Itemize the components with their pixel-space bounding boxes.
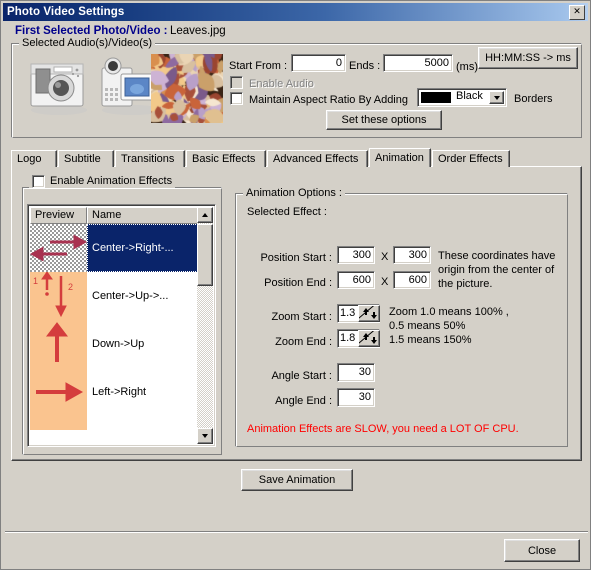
first-selected-label: First Selected Photo/Video : [15,25,168,37]
camera-icon [30,63,87,115]
enable-animation-effects-checkbox[interactable] [32,174,45,188]
position-start-x-input[interactable]: 300 [337,246,375,264]
zoom-start-spinner[interactable] [358,305,380,322]
list-item[interactable]: 1 2 Center->Up->... [30,272,200,320]
zoom-start-label: Zoom Start : [271,311,332,323]
footer-divider [5,531,588,533]
zoom-note-line-3: 1.5 means 150% [389,334,472,346]
coords-note-line-2: origin from the center of [438,264,555,276]
list-item-name: Left->Right [92,386,147,398]
angle-end-input[interactable]: 30 [337,388,375,407]
border-color-swatch [421,92,451,103]
first-selected-filename: Leaves.jpg [170,25,226,37]
list-item[interactable] [30,416,200,430]
zoom-end-label: Zoom End : [275,336,332,348]
enable-audio-label: Enable Audio [249,78,314,90]
list-vertical-scrollbar[interactable] [197,207,213,444]
tab-advanced-effects[interactable]: Advanced Effects [267,150,368,167]
window-titlebar: Photo Video Settings ✕ [3,3,588,21]
border-color-value: Black [456,90,483,102]
zoom-end-spinner[interactable] [358,330,380,347]
preview-right-arrow-icon [30,368,87,416]
position-start-times-label: X [381,251,389,263]
save-animation-button[interactable]: Save Animation [241,469,353,491]
start-from-label: Start From : [229,60,288,72]
list-header-row: Preview Name [30,207,215,224]
zoom-note-line-1: Zoom 1.0 means 100% , [389,306,509,318]
enable-animation-effects-label: Enable Animation Effects [50,175,173,187]
scroll-up-icon[interactable] [197,207,213,223]
svg-text:2: 2 [68,282,73,292]
position-end-label: Position End : [264,277,332,289]
ends-input[interactable]: 5000 [383,54,453,72]
position-start-label: Position Start : [260,252,332,264]
svg-text:1: 1 [33,276,38,286]
selected-effect-label: Selected Effect : [247,206,327,218]
animation-options-group-title: Animation Options : [243,187,345,199]
position-end-y-input[interactable]: 600 [393,271,431,289]
cpu-warning-text: Animation Effects are SLOW, you need a L… [247,423,519,435]
ends-label: Ends : [349,60,381,72]
start-from-input[interactable]: 0 [291,54,346,72]
position-start-y-input[interactable]: 300 [393,246,431,264]
hhmmss-convert-button[interactable]: HH:MM:SS -> ms [478,47,578,69]
coords-note-line-1: These coordinates have [438,250,556,262]
zoom-note-line-2: 0.5 means 50% [389,320,466,332]
tab-subtitle[interactable]: Subtitle [58,150,114,167]
tab-order-effects[interactable]: Order Effects [432,150,510,167]
maintain-aspect-ratio-checkbox[interactable] [230,92,243,105]
angle-end-label: Angle End : [275,395,332,407]
photo-video-settings-window: Photo Video Settings ✕ First Selected Ph… [0,0,591,570]
scroll-down-icon[interactable] [197,428,213,444]
coords-note-line-3: the picture. [438,278,493,290]
angle-start-label: Angle Start : [271,370,332,382]
list-item[interactable]: Center->Right-... [30,224,200,272]
position-end-times-label: X [381,276,389,288]
tab-strip: Logo Subtitle Transitions Basic Effects … [11,148,582,167]
list-column-preview[interactable]: Preview [30,207,87,224]
photo-thumbnail [151,54,223,123]
border-color-dropdown-arrow[interactable] [489,91,504,104]
preview-up-arrow-icon [30,320,87,368]
list-item-name [87,416,200,430]
preview-center-up-down-numbered-arrows-icon: 1 2 [30,272,87,320]
list-item[interactable]: Down->Up [30,320,200,368]
scrollbar-thumb[interactable] [197,224,213,286]
tab-transitions[interactable]: Transitions [115,150,185,167]
tab-basic-effects[interactable]: Basic Effects [186,150,266,167]
list-item[interactable]: Left->Right [30,368,200,416]
list-column-name[interactable]: Name [87,207,199,224]
animation-effects-list[interactable]: Preview Name Center->Right-... 1 2 Cente… [27,204,216,447]
tab-animation[interactable]: Animation [369,148,431,167]
list-body: Center->Right-... 1 2 Center->Up->... Do… [30,224,200,444]
selected-audio-video-group-title: Selected Audio(s)/Video(s) [19,37,156,49]
list-item-name: Center->Up->... [92,290,169,302]
preview-blank-icon [30,416,87,430]
window-title: Photo Video Settings [7,6,125,18]
position-end-x-input[interactable]: 600 [337,271,375,289]
tab-logo[interactable]: Logo [11,150,57,167]
window-close-icon[interactable]: ✕ [569,5,585,20]
list-item-name: Down->Up [92,338,145,350]
angle-start-input[interactable]: 30 [337,363,375,382]
preview-center-right-left-arrows-icon [30,224,87,272]
enable-animation-effects-group-header: Enable Animation Effects [29,174,176,188]
set-these-options-button[interactable]: Set these options [326,110,442,130]
ms-unit-label: (ms) [456,61,478,73]
list-item-name: Center->Right-... [87,224,200,272]
border-color-combo[interactable]: Black [417,88,507,107]
enable-audio-checkbox[interactable] [230,76,243,89]
close-button[interactable]: Close [504,539,580,562]
maintain-aspect-ratio-label: Maintain Aspect Ratio By Adding [249,94,408,106]
borders-label: Borders [514,93,553,105]
